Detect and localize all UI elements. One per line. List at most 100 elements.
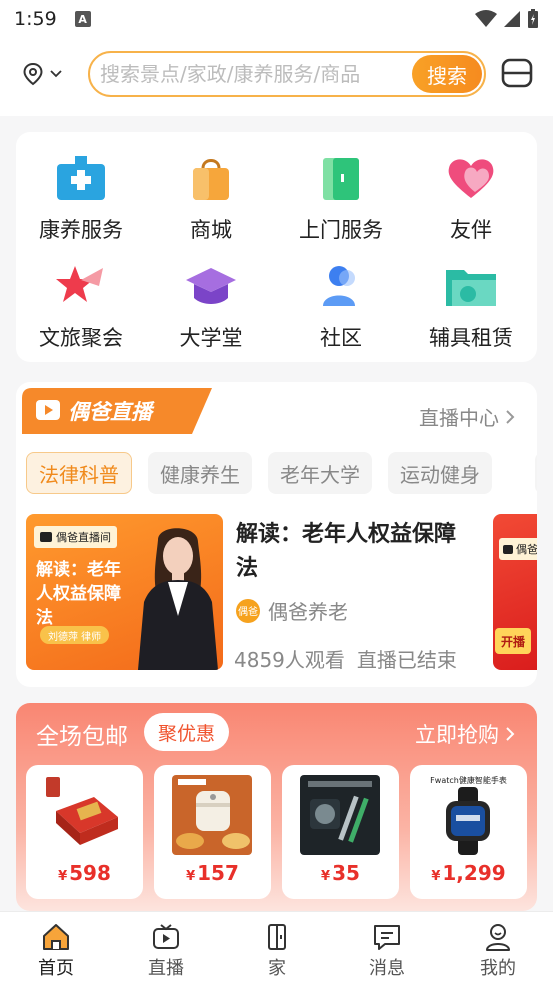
tab-law[interactable]: 法律科普: [26, 452, 132, 494]
thumb-name: 刘德萍 律师: [40, 626, 110, 644]
live-thumbnail[interactable]: 偶爸直播间 解读：老年人权益保障法 刘德萍 律师: [26, 514, 223, 670]
product-card[interactable]: ¥35: [282, 765, 399, 899]
nav-messages[interactable]: 消息: [347, 922, 427, 980]
graduation-cap-icon: [186, 268, 236, 304]
service-home-visit[interactable]: 上门服务: [276, 152, 406, 260]
service-label: 友伴: [450, 218, 492, 242]
price-value: 598: [69, 861, 111, 885]
service-rental[interactable]: 辅具租赁: [406, 260, 536, 368]
promo-buy-link[interactable]: 立即抢购: [415, 719, 515, 749]
next-thumb-text: 开播: [495, 628, 532, 654]
nav-home-service[interactable]: 家: [237, 922, 317, 980]
live-title[interactable]: 解读：老年人权益保障法: [236, 518, 476, 586]
product-caption: Fwatch健康智能手表: [430, 776, 507, 785]
thumb-tag-text: 偶爸直播间: [56, 531, 111, 544]
view-count: 4859人观看: [234, 648, 345, 672]
services-grid: 康养服务 商城 上门服务 友伴 文旅聚会 大学堂 社区 辅具租赁: [16, 132, 537, 362]
service-companion[interactable]: 友伴: [406, 152, 536, 260]
presenter-image: [138, 528, 218, 670]
nav-label: 家: [268, 958, 286, 979]
live-author: 偶爸 偶爸养老: [236, 596, 348, 625]
tab-overflow[interactable]: [535, 452, 537, 494]
live-status: 直播已结束: [356, 648, 457, 672]
nav-home[interactable]: 首页: [16, 922, 96, 980]
product-card[interactable]: ¥598: [26, 765, 143, 899]
chevron-right-icon: [506, 409, 515, 424]
live-center-link[interactable]: 直播中心: [419, 402, 515, 431]
tab-university[interactable]: 老年大学: [268, 452, 372, 494]
price-value: 35: [332, 861, 360, 885]
tab-fitness[interactable]: 运动健身: [388, 452, 492, 494]
status-time: 1:59: [14, 8, 57, 30]
nav-label: 首页: [38, 958, 74, 979]
service-travel[interactable]: 文旅聚会: [16, 260, 146, 368]
signal-icon: [504, 11, 520, 27]
service-label: 文旅聚会: [39, 326, 123, 350]
wifi-icon: [475, 10, 497, 27]
message-icon: [374, 925, 400, 950]
chevron-right-icon: [506, 727, 515, 741]
door-icon: [268, 924, 286, 950]
product-image-smart-watch: [446, 787, 490, 855]
nav-profile[interactable]: 我的: [458, 922, 538, 980]
battery-icon: [528, 9, 538, 28]
tv-icon: [40, 532, 52, 542]
tv-icon: [503, 544, 513, 554]
price-value: 1,299: [442, 861, 506, 885]
search-button[interactable]: 搜索: [412, 55, 482, 93]
service-label: 大学堂: [179, 326, 243, 350]
service-label: 社区: [320, 326, 362, 350]
location-selector[interactable]: [22, 62, 62, 86]
service-mall[interactable]: 商城: [146, 152, 276, 260]
product-image-pen-set: [300, 775, 380, 855]
bottom-nav: 首页 直播 家 消息 我的: [0, 911, 553, 985]
search-input[interactable]: [100, 61, 400, 87]
chevron-down-icon: [50, 70, 62, 78]
promo-section: 全场包邮 聚优惠 立即抢购 ¥598 ¥157 ¥35 Fwatch健康智能手表…: [16, 703, 537, 911]
currency-symbol: ¥: [431, 869, 441, 884]
status-icons: [475, 9, 539, 29]
live-next-thumbnail[interactable]: 偶爸 开播: [493, 514, 537, 670]
person-icon: [323, 266, 355, 306]
product-image-air-fryer: [172, 775, 252, 855]
currency-symbol: ¥: [321, 869, 331, 884]
service-health-care[interactable]: 康养服务: [16, 152, 146, 260]
next-thumb-tag-text: 偶爸: [516, 543, 537, 556]
service-label: 上门服务: [299, 218, 383, 242]
status-bar: 1:59 A: [0, 0, 553, 38]
product-price: ¥598: [26, 861, 143, 885]
heart-icon: [448, 159, 494, 198]
search-box: 搜索: [88, 51, 486, 97]
star-flag-icon: [56, 266, 103, 302]
nav-label: 消息: [369, 958, 405, 979]
promo-link-label: 立即抢购: [415, 723, 499, 747]
thumb-tag: 偶爸直播间: [34, 526, 117, 548]
profile-icon: [486, 924, 510, 951]
service-community[interactable]: 社区: [276, 260, 406, 368]
live-section: 偶爸直播 直播中心 法律科普 健康养生 老年大学 运动健身 偶爸直播间 解读：老…: [16, 382, 537, 687]
service-label: 康养服务: [39, 218, 123, 242]
product-card[interactable]: ¥157: [154, 765, 271, 899]
promo-badge: 聚优惠: [144, 713, 230, 751]
currency-symbol: ¥: [58, 869, 68, 884]
product-price: ¥1,299: [410, 861, 527, 885]
folder-icon: [446, 270, 496, 306]
product-card[interactable]: Fwatch健康智能手表 ¥1,299: [410, 765, 527, 899]
health-care-icon: [57, 156, 105, 200]
tab-health[interactable]: 健康养生: [148, 452, 252, 494]
notification-icon: A: [74, 11, 91, 27]
live-meta: 4859人观看 直播已结束: [234, 644, 457, 673]
scan-icon[interactable]: [500, 56, 534, 90]
currency-symbol: ¥: [186, 869, 196, 884]
live-banner-title: 偶爸直播: [68, 400, 152, 424]
door-icon: [323, 158, 359, 200]
next-thumb-tag: 偶爸: [499, 538, 537, 560]
service-label: 辅具租赁: [429, 326, 513, 350]
shopping-bag-icon: [193, 159, 229, 200]
nav-label: 我的: [480, 958, 516, 979]
nav-live[interactable]: 直播: [126, 922, 206, 980]
promo-title: 全场包邮: [36, 724, 128, 750]
service-label: 商城: [190, 218, 232, 242]
service-university[interactable]: 大学堂: [146, 260, 276, 368]
header: 搜索: [0, 38, 553, 116]
